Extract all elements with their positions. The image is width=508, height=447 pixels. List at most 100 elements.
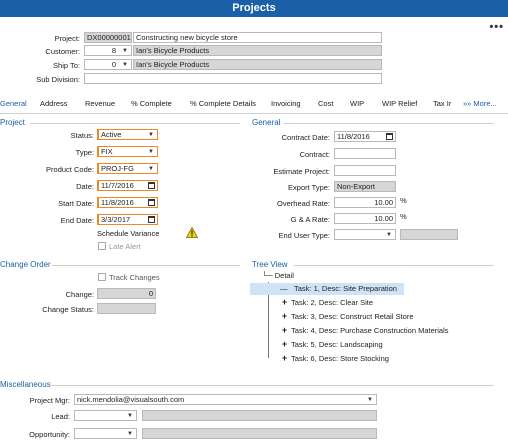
warning-icon [186,227,198,238]
section-divider [30,123,240,124]
date-label: Date: [76,182,94,191]
chevron-down-icon: ▼ [367,397,373,403]
shipto-name-field: Ian's Bicycle Products [133,59,382,70]
date-value: 11/7/2016 [101,181,134,190]
ga-unit: % [400,212,407,221]
status-value: Active [101,130,122,139]
chevron-down-icon: ▼ [122,48,128,54]
pm-label: Project Mgr: [29,396,70,405]
tree-item-task-1[interactable]: — Task: 1, Desc: Site Preparation [250,283,404,295]
customer-id: 8 [111,46,116,55]
expand-plus-icon[interactable]: + [280,312,289,321]
customer-name-field: Ian's Bicycle Products [133,45,382,56]
section-divider [52,265,240,266]
tree-root[interactable]: └─ Detail [262,271,294,280]
tree-item-label: Task: 6, Desc: Store Stocking [290,354,389,363]
tree-root-connector: └─ [262,271,273,280]
tab-more[interactable]: »» More... [463,99,497,108]
general-section-title: General [252,118,281,127]
pm-value: nick.mendolia@visualsouth.com [77,395,185,404]
tree-item-task-6[interactable]: + Task: 6, Desc: Store Stocking [280,354,389,364]
tree-item-label: Task: 1, Desc: Site Preparation [294,284,397,293]
product-code-select[interactable]: PROJ-FG ▼ [97,163,158,174]
subdivision-field[interactable] [84,73,382,84]
contract-date-field[interactable]: 11/8/2016 [334,131,396,142]
contract-date-label: Contract Date: [281,133,330,142]
opportunity-desc-field [142,428,377,439]
end-user-select[interactable]: ▼ [334,229,396,240]
customer-select[interactable]: 8 ▼ [84,45,132,56]
tree-item-task-5[interactable]: + Task: 5, Desc: Landscaping [280,340,383,350]
tab-invoicing[interactable]: Invoicing [271,99,301,108]
change-order-section-title: Change Order [0,260,51,269]
tree-item-label: Task: 2, Desc: Clear Site [290,298,374,307]
product-code-value: PROJ-FG [101,164,134,173]
expand-plus-icon[interactable]: + [280,340,289,349]
tree-item-label: Task: 4, Desc: Purchase Construction Mat… [290,326,449,335]
chevron-down-icon: ▼ [122,62,128,68]
pm-select[interactable]: nick.mendolia@visualsouth.com ▼ [74,394,377,405]
misc-section-title: Miscellaneous [0,380,51,389]
late-alert-label: Late Alert [109,242,141,251]
project-label: Project: [54,34,80,43]
end-date-field[interactable]: 3/3/2017 [97,214,158,225]
expand-plus-icon[interactable]: + [280,298,289,307]
chevron-down-icon: ▼ [148,166,154,172]
tab-cost[interactable]: Cost [318,99,333,108]
track-changes-checkbox[interactable] [98,273,106,281]
tab-tax[interactable]: Tax Ir [433,99,451,108]
product-code-label: Product Code: [46,165,94,174]
tab-revenue[interactable]: Revenue [85,99,115,108]
tab-percent-complete[interactable]: % Complete [131,99,172,108]
ga-field[interactable]: 10.00 [334,213,396,224]
late-alert-checkbox[interactable] [98,242,106,250]
estimate-field[interactable] [334,165,396,176]
tab-address[interactable]: Address [40,99,68,108]
chevron-down-icon: ▼ [127,413,133,419]
project-id-field[interactable]: DX00000001 [84,32,132,43]
customer-label: Customer: [45,47,80,56]
calendar-icon[interactable] [148,199,155,206]
tree-item-task-3[interactable]: + Task: 3, Desc: Construct Retail Store [280,312,414,322]
calendar-icon[interactable] [148,216,155,223]
tree-leaf-icon: — [280,284,288,293]
change-field: 0 [97,288,156,299]
tab-divider [0,113,508,114]
tab-general[interactable]: General [0,99,27,108]
tree-item-task-4[interactable]: + Task: 4, Desc: Purchase Construction M… [280,326,449,336]
status-select[interactable]: Active ▼ [97,129,158,140]
calendar-icon[interactable] [386,133,393,140]
tab-wip[interactable]: WIP [350,99,364,108]
tree-root-label: Detail [274,271,294,280]
contract-label: Contract: [299,150,330,159]
opportunity-select[interactable]: ▼ [74,428,137,439]
shipto-select[interactable]: 0 ▼ [84,59,132,70]
schedule-variance-label: Schedule Variance [97,229,160,238]
section-divider [284,123,494,124]
start-date-label: Start Date: [58,199,94,208]
date-field[interactable]: 11/7/2016 [97,180,158,191]
opportunity-label: Opportunity: [29,430,70,439]
contract-field[interactable] [334,148,396,159]
type-select[interactable]: FIX ▼ [97,146,158,157]
expand-plus-icon[interactable]: + [280,326,289,335]
section-divider [52,385,494,386]
overhead-field[interactable]: 10.00 [334,197,396,208]
tree-item-task-2[interactable]: + Task: 2, Desc: Clear Site [280,298,374,308]
export-type-label: Export Type: [288,183,330,192]
tab-bar: General Address Revenue % Complete % Com… [0,99,508,112]
project-desc-field[interactable]: Constructing new bicycle store [133,32,382,43]
start-date-value: 11/8/2016 [101,198,134,207]
more-options-icon[interactable]: ••• [489,21,504,33]
lead-select[interactable]: ▼ [74,410,137,421]
tree-view-section-title: Tree View [252,260,288,269]
tab-wip-relief[interactable]: WIP Relief [382,99,417,108]
export-type-field: Non-Export [334,181,396,192]
expand-plus-icon[interactable]: + [280,354,289,363]
contract-date-value: 11/8/2016 [337,132,370,141]
status-label: Status: [70,131,94,140]
overhead-label: Overhead Rate: [277,199,330,208]
calendar-icon[interactable] [148,182,155,189]
tab-percent-complete-details[interactable]: % Complete Details [190,99,256,108]
start-date-field[interactable]: 11/8/2016 [97,197,158,208]
